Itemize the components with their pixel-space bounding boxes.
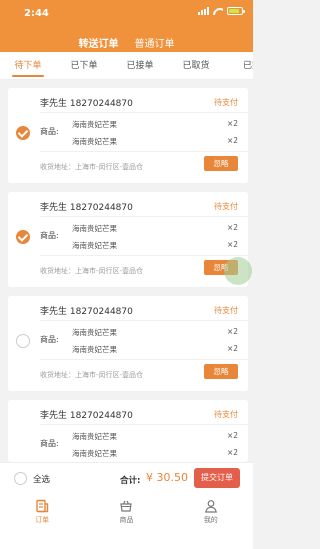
total-label: 合计: [120,476,141,486]
divider [40,216,248,217]
status-tabs: 待下单 已下单 已接单 已取货 已完 [0,52,253,80]
order-card: 李先生 18270244870 待支付 商品: 海南贵妃芒果 ×2 海南贵妃芒果 ×… [8,296,248,391]
goods-name: 海南贵妃芒果 [72,432,117,441]
goods-label: 商品: [40,439,59,448]
goods-item: 海南贵妃芒果 ×2 [72,240,238,251]
select-all-checkbox[interactable] [14,472,27,485]
goods-qty: ×2 [226,136,238,145]
goods-item: 海南贵妃芒果 ×2 [72,327,238,338]
order-status: 待支付 [214,98,238,107]
battery-icon [227,7,245,15]
tab-ordered[interactable]: 已下单 [56,52,112,79]
divider [40,151,248,152]
goods-item: 海南贵妃芒果 ×2 [72,344,238,355]
ignore-button[interactable]: 忽略 [204,156,238,171]
divider [40,112,248,113]
wifi-icon [213,8,223,15]
goods-item: 海南贵妃芒果 ×2 [72,119,238,130]
nav-mine-label: 我的 [203,516,218,524]
ignore-button[interactable]: 忽略 [204,364,238,379]
goods-name: 海南贵妃芒果 [72,137,117,146]
goods-qty: ×2 [226,240,238,249]
order-card: 李先生 18270244870 待支付 商品: 海南贵妃芒果 ×2 海南贵妃芒果 ×… [8,400,248,462]
delivery-address: 收货地址：上海市-闵行区-壹品仓 [40,163,144,171]
nav-goods-label: 商品 [119,516,134,524]
tab-completed[interactable]: 已完 [224,52,253,79]
status-icons [198,7,245,15]
person-icon [204,500,217,513]
order-select-checkbox[interactable] [16,230,30,244]
goods-name: 海南贵妃芒果 [72,241,117,250]
nav-mine[interactable]: 我的 [169,494,253,549]
goods-label: 商品: [40,335,59,344]
customer-name-phone: 李先生 18270244870 [40,411,133,421]
total-value: ¥ 30.50 [146,471,188,484]
select-all-label[interactable]: 全选 [33,473,50,485]
goods-item: 海南贵妃芒果 ×2 [72,136,238,147]
goods-label: 商品: [40,127,59,136]
delivery-address: 收货地址：上海市-闵行区-壹品仓 [40,371,144,379]
nav-goods[interactable]: 商品 [84,494,168,549]
order-status: 待支付 [214,306,238,315]
order-icon [36,499,49,513]
delivery-address: 收货地址：上海市-闵行区-壹品仓 [40,267,144,275]
checkout-bar: 全选 合计: ¥ 30.50 提交订单 [0,462,253,494]
divider [40,424,248,425]
touch-indicator [224,257,252,285]
submit-order-button[interactable]: 提交订单 [194,468,240,488]
top-header: 2:44 转送订单 普通订单 [0,0,253,55]
order-card: 李先生 18270244870 待支付 商品: 海南贵妃芒果 ×2 海南贵妃芒果 ×… [8,88,248,183]
tab-pending-order[interactable]: 待下单 [0,52,56,79]
customer-name-phone: 李先生 18270244870 [40,307,133,317]
tab-picked-up[interactable]: 已取货 [168,52,224,79]
customer-name-phone: 李先生 18270244870 [40,203,133,213]
goods-name: 海南贵妃芒果 [72,224,117,233]
nav-orders[interactable]: 订单 [0,494,84,549]
status-time: 2:44 [24,8,49,19]
goods-name: 海南贵妃芒果 [72,345,117,354]
goods-qty: ×2 [226,448,238,457]
divider [40,320,248,321]
goods-qty: ×2 [226,327,238,336]
goods-item: 海南贵妃芒果 ×2 [72,448,238,459]
goods-name: 海南贵妃芒果 [72,120,117,129]
divider [40,255,248,256]
goods-item: 海南贵妃芒果 ×2 [72,431,238,442]
goods-qty: ×2 [226,431,238,440]
signal-icon [198,7,209,15]
divider [40,359,248,360]
goods-label: 商品: [40,231,59,240]
goods-qty: ×2 [226,223,238,232]
goods-qty: ×2 [226,344,238,353]
customer-name-phone: 李先生 18270244870 [40,99,133,109]
goods-name: 海南贵妃芒果 [72,328,117,337]
order-select-checkbox[interactable] [16,126,30,140]
order-status: 待支付 [214,202,238,211]
tab-accepted[interactable]: 已接单 [112,52,168,79]
order-select-checkbox[interactable] [16,334,30,348]
order-status: 待支付 [214,410,238,419]
order-card: 李先生 18270244870 待支付 商品: 海南贵妃芒果 ×2 海南贵妃芒果 ×… [8,192,248,287]
basket-icon [120,500,133,512]
goods-name: 海南贵妃芒果 [72,449,117,458]
nav-orders-label: 订单 [35,516,50,524]
goods-qty: ×2 [226,119,238,128]
bottom-nav: 订单 商品 我的 [0,494,253,549]
goods-item: 海南贵妃芒果 ×2 [72,223,238,234]
